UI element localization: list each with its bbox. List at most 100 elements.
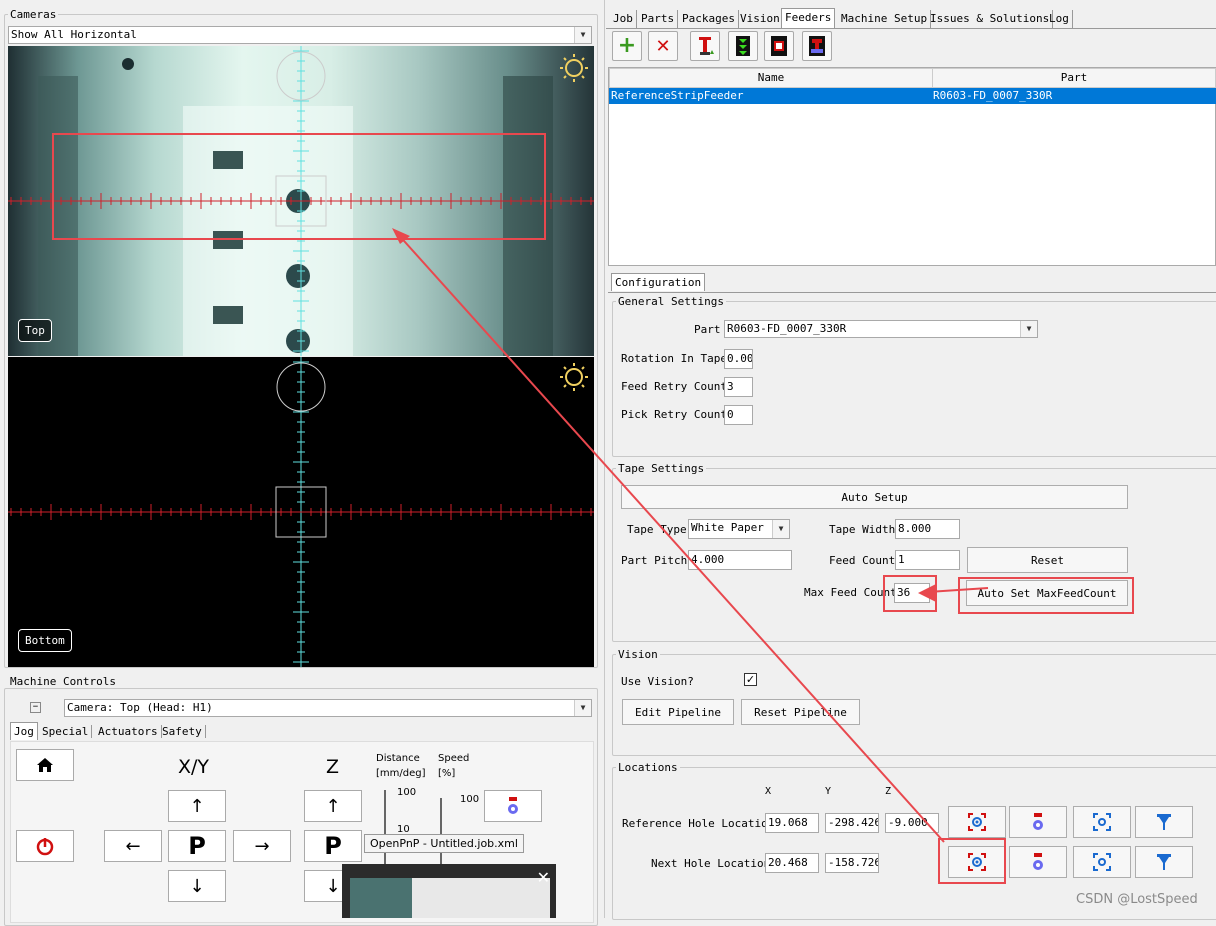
tab-issues-solutions[interactable]: Issues & Solutions (927, 10, 1054, 28)
power-icon (36, 838, 54, 856)
edit-pipeline-button[interactable]: Edit Pipeline (622, 699, 734, 725)
camera-feeder-icon (771, 36, 787, 56)
feed-pick-button[interactable] (690, 31, 720, 61)
park-xy-button[interactable]: P (168, 830, 226, 862)
tape-type-value: White Paper (691, 521, 764, 534)
part-pitch-field[interactable]: 4.000 (688, 550, 792, 570)
tab-special[interactable]: Special (42, 725, 93, 738)
machine-controls-title: Machine Controls (8, 675, 118, 688)
ref-hole-y-field[interactable]: -298.426 (825, 813, 879, 833)
use-vision-checkbox[interactable]: ✓ (744, 673, 757, 686)
plus-icon: + (617, 33, 637, 58)
z-label: Z (326, 756, 340, 778)
move-camera-icon (1093, 813, 1111, 831)
feed-pick-icon (699, 37, 714, 55)
cameras-title: Cameras (8, 8, 59, 21)
move-tool-to-feeder-button[interactable] (802, 31, 832, 61)
add-feeder-button[interactable]: + (612, 31, 642, 61)
reset-pipeline-button[interactable]: Reset Pipeline (741, 699, 860, 725)
power-button[interactable] (16, 830, 74, 862)
feed-retry-label: Feed Retry Count (621, 380, 727, 393)
column-header-part[interactable]: Part (932, 68, 1216, 88)
next-hole-capture-tool-button[interactable] (1009, 846, 1067, 878)
jog-y-plus-button[interactable]: ↑ (168, 790, 226, 822)
bottom-camera-label: Bottom (18, 629, 72, 652)
ref-hole-x-field[interactable]: 19.068 (765, 813, 819, 833)
rotation-field[interactable]: 0.00 (724, 349, 753, 369)
bottom-camera-view[interactable]: Bottom (8, 357, 594, 667)
jog-x-minus-button[interactable]: ← (104, 830, 162, 862)
delete-icon: ✕ (655, 35, 671, 57)
next-hole-y-field[interactable]: -158.726 (825, 853, 879, 873)
tab-job[interactable]: Job (610, 10, 637, 28)
col-y-label: Y (825, 786, 832, 797)
annotation-box-camera (52, 133, 546, 240)
move-camera-icon (1093, 853, 1111, 871)
move-camera-to-feeder-button[interactable] (764, 31, 794, 61)
tab-actuators[interactable]: Actuators (98, 725, 162, 738)
part-label: Part (694, 323, 721, 336)
pick-retry-label: Pick Retry Count (621, 408, 727, 421)
tab-log[interactable]: Log (1046, 10, 1073, 28)
jog-z-plus-button[interactable]: ↑ (304, 790, 362, 822)
home-button[interactable] (16, 749, 74, 781)
home-icon (37, 758, 53, 772)
ref-hole-move-camera-button[interactable] (1073, 806, 1131, 838)
ref-hole-capture-tool-button[interactable] (1009, 806, 1067, 838)
auto-setup-button[interactable]: Auto Setup (621, 485, 1128, 509)
next-hole-move-camera-button[interactable] (1073, 846, 1131, 878)
chevron-down-icon: ▼ (1020, 321, 1037, 337)
ref-hole-label: Reference Hole Location (622, 817, 775, 830)
jog-camera-select[interactable]: Camera: Top (Head: H1) ▼ (64, 699, 592, 717)
distance-unit: [mm/deg] (376, 768, 426, 779)
remove-feeder-button[interactable]: ✕ (648, 31, 678, 61)
jog-x-plus-button[interactable]: → (233, 830, 291, 862)
part-select[interactable]: R0603-FD_0007_330R ▼ (724, 320, 1038, 338)
ref-hole-capture-camera-button[interactable] (948, 806, 1006, 838)
annotation-box-max-feed (883, 575, 937, 612)
bottom-camera-image (8, 357, 594, 667)
general-settings-title: General Settings (616, 295, 726, 308)
nozzle-pick-button[interactable] (484, 790, 542, 822)
close-icon[interactable]: ✕ (537, 868, 550, 887)
next-hole-label: Next Hole Location (651, 857, 771, 870)
minus-icon[interactable]: − (30, 702, 41, 713)
next-hole-move-tool-button[interactable] (1135, 846, 1193, 878)
camera-view-select[interactable]: Show All Horizontal ▼ (8, 26, 592, 44)
next-hole-x-field[interactable]: 20.468 (765, 853, 819, 873)
tab-packages[interactable]: Packages (679, 10, 739, 28)
table-row[interactable]: ReferenceStripFeeder R0603-FD_0007_330R (609, 88, 1216, 104)
feed-count-label: Feed Count (829, 554, 896, 567)
tape-type-select[interactable]: White Paper ▼ (688, 519, 790, 539)
speed-tick-100: 100 (460, 794, 480, 805)
camera-view-value: Show All Horizontal (11, 28, 137, 41)
tab-feeders[interactable]: Feeders (781, 8, 836, 29)
tab-parts[interactable]: Parts (638, 10, 679, 28)
ref-hole-z-field[interactable]: -9.000 (885, 813, 939, 833)
tab-machine-setup[interactable]: Machine Setup (838, 10, 932, 28)
feed-button[interactable] (728, 31, 758, 61)
pick-retry-field[interactable]: 0 (724, 405, 753, 425)
jog-y-minus-button[interactable]: ↓ (168, 870, 226, 902)
tab-jog[interactable]: Jog (10, 722, 38, 740)
brightness-icon (560, 363, 588, 391)
distance-tick-100: 100 (397, 787, 417, 798)
nozzle-icon (1033, 813, 1043, 830)
tab-safety[interactable]: Safety (162, 725, 206, 738)
top-camera-label: Top (18, 319, 52, 342)
configuration-tab[interactable]: Configuration (611, 273, 706, 291)
annotation-box-capture (938, 838, 1006, 884)
ref-hole-move-tool-button[interactable] (1135, 806, 1193, 838)
feed-retry-field[interactable]: 3 (724, 377, 753, 397)
reset-button[interactable]: Reset (967, 547, 1128, 573)
feed-count-field[interactable]: 1 (895, 550, 960, 570)
column-header-name[interactable]: Name (609, 68, 933, 88)
park-z-button[interactable]: P (304, 830, 362, 862)
tape-width-field[interactable]: 8.000 (895, 519, 960, 539)
tab-vision[interactable]: Vision (737, 10, 784, 28)
rotation-label: Rotation In Tape (621, 352, 727, 365)
use-vision-label: Use Vision? (621, 675, 694, 688)
speed-unit: [%] (438, 768, 456, 779)
watermark: CSDN @LostSpeed (1076, 892, 1198, 907)
taskbar-thumbnail[interactable]: ✕ (342, 864, 556, 918)
